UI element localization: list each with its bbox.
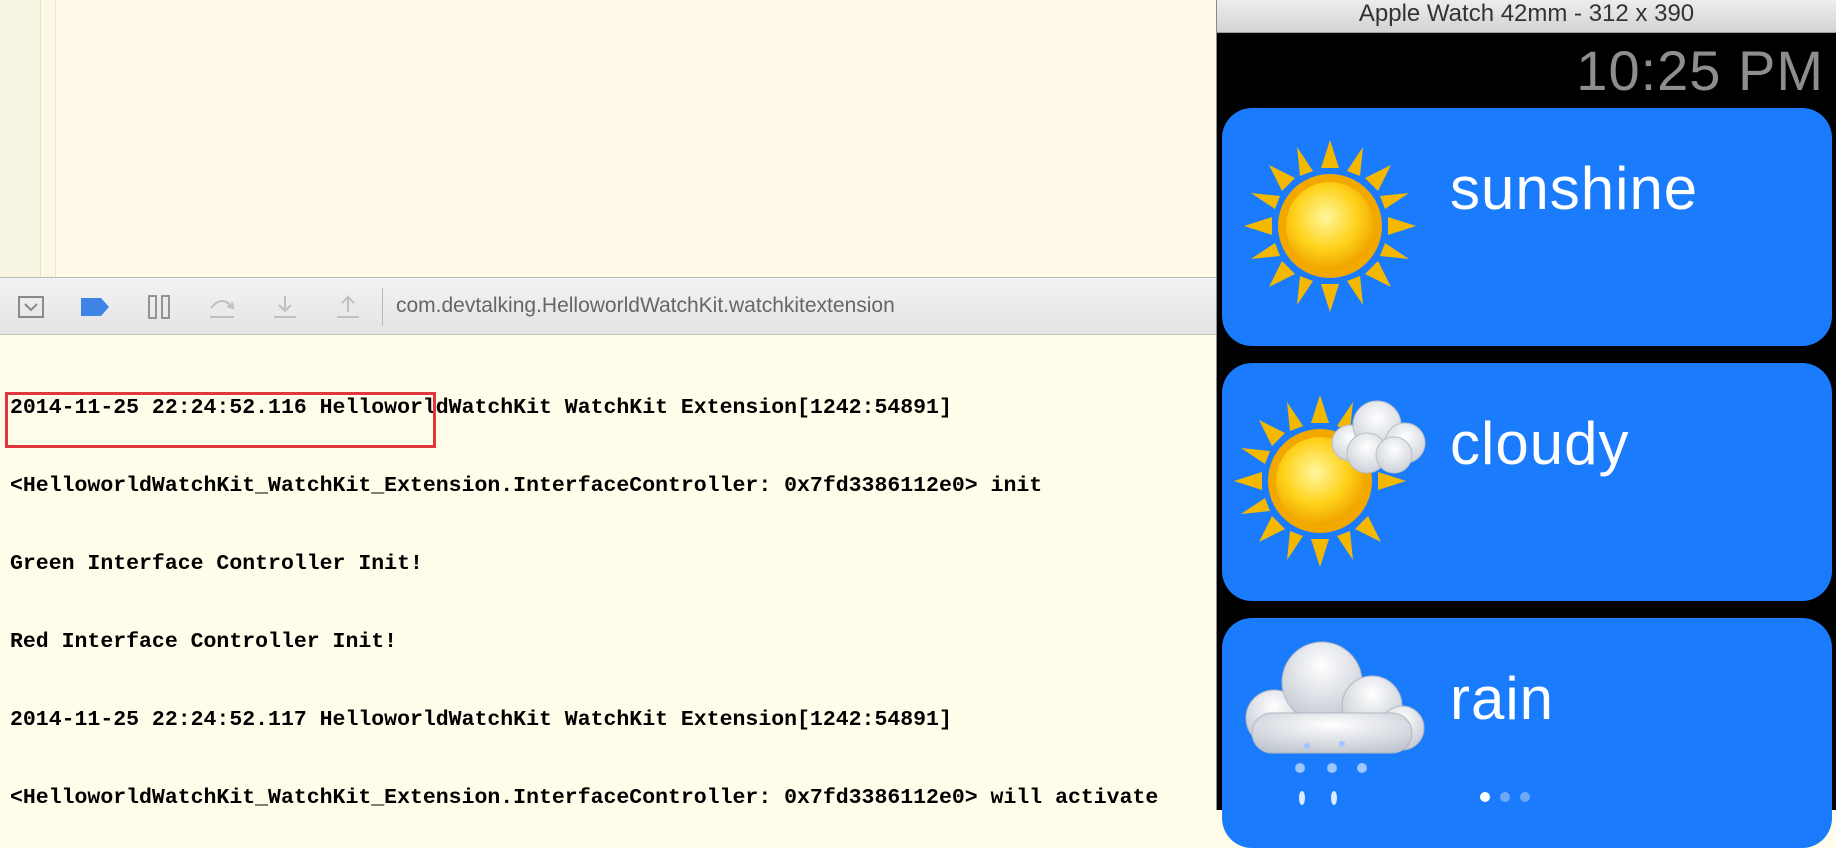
console-line: Red Interface Controller Init! <box>10 630 398 654</box>
rain-cloud-icon <box>1245 641 1425 805</box>
page-dot <box>1519 792 1530 802</box>
breakpoints-icon <box>81 298 109 316</box>
toolbar-separator <box>382 288 383 326</box>
simulator-title: Apple Watch 42mm - 312 x 390 <box>1217 0 1836 33</box>
sun-cloud-icon <box>1234 395 1426 567</box>
debug-console[interactable]: 2014-11-25 22:24:52.116 HelloworldWatchK… <box>0 335 1216 810</box>
step-into-icon <box>274 296 296 318</box>
step-over-icon <box>210 300 235 318</box>
step-over-button[interactable] <box>205 292 239 322</box>
source-editor[interactable] <box>0 0 1216 277</box>
pause-button[interactable] <box>142 292 176 322</box>
page-dot <box>1499 792 1510 802</box>
watch-simulator-window: Apple Watch 42mm - 312 x 390 10:25 PM su… <box>1216 0 1836 848</box>
console-line: Green Interface Controller Init! <box>10 552 423 576</box>
table-row-rain[interactable]: rain <box>1222 618 1832 848</box>
row-label-cloudy: cloudy <box>1450 410 1630 477</box>
highlight-annotation-box <box>5 392 436 448</box>
breakpoints-toggle-button[interactable] <box>78 292 112 322</box>
hide-debug-area-icon <box>18 296 44 318</box>
process-name[interactable]: com.devtalking.HelloworldWatchKit.watchk… <box>396 294 895 318</box>
row-label-rain: rain <box>1450 665 1555 732</box>
page-indicator <box>1195 792 1814 802</box>
page-dot-active <box>1479 792 1490 802</box>
row-label-sunshine: sunshine <box>1450 155 1699 222</box>
line-number-gutter <box>0 0 41 277</box>
hide-debug-area-button[interactable] <box>14 292 48 322</box>
step-into-button[interactable] <box>268 292 302 322</box>
step-out-button[interactable] <box>331 292 365 322</box>
console-line: <HelloworldWatchKit_WatchKit_Extension.I… <box>10 474 1043 498</box>
code-folding-ribbon <box>44 0 56 277</box>
step-out-icon <box>337 295 359 318</box>
watch-time: 10:25 PM <box>1576 39 1824 102</box>
debug-bar: com.devtalking.HelloworldWatchKit.watchk… <box>0 277 1216 335</box>
pause-icon <box>148 295 170 319</box>
console-line: 2014-11-25 22:24:52.117 HelloworldWatchK… <box>10 708 952 732</box>
table-row-cloudy[interactable]: cloudy <box>1222 363 1832 601</box>
table-row-sunshine[interactable]: sunshine <box>1222 108 1832 346</box>
sun-icon <box>1244 140 1416 312</box>
console-line: <HelloworldWatchKit_WatchKit_Extension.I… <box>10 786 1159 810</box>
